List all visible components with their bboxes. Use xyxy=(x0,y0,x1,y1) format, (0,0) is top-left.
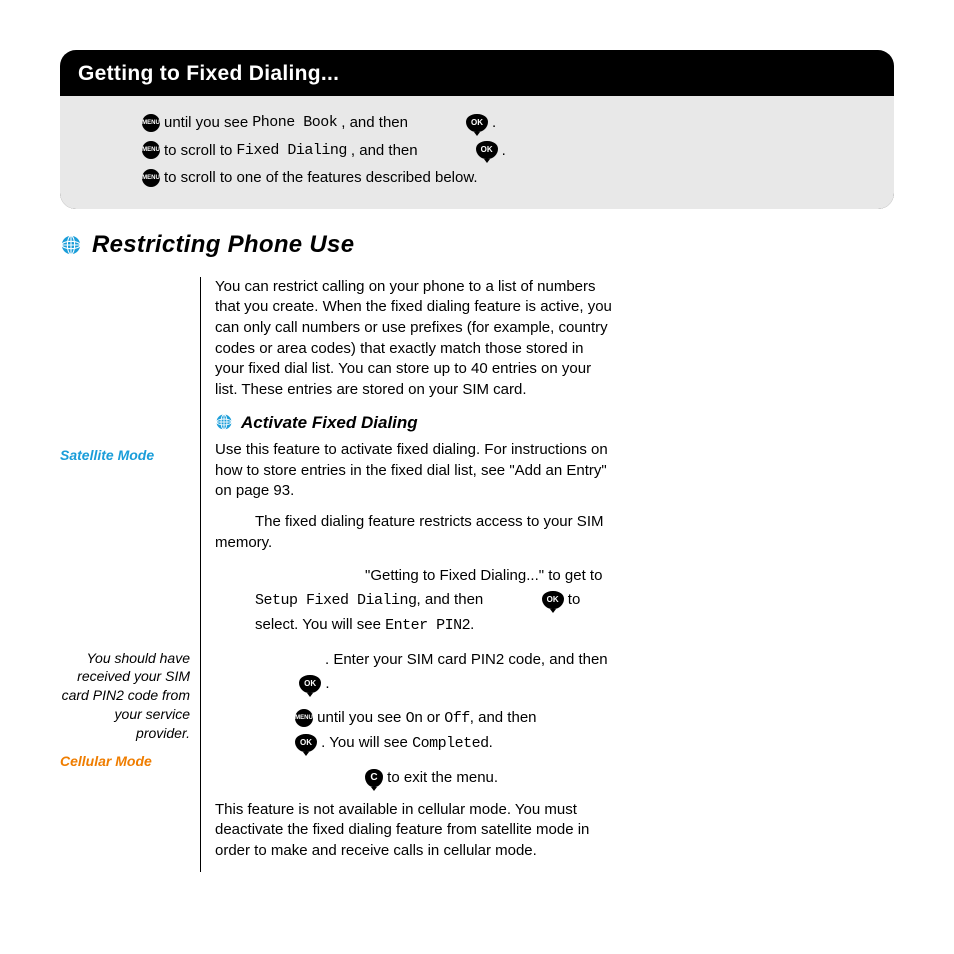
menu-icon: MENU xyxy=(295,709,313,727)
box-title: Getting to Fixed Dialing... xyxy=(60,50,894,96)
procedure-step-2: . Enter your SIM card PIN2 code, and the… xyxy=(255,648,615,696)
lcd-text: On xyxy=(406,710,423,727)
step-text: . You will see xyxy=(321,734,412,751)
step-text: "Getting to Fixed Dialing..." to get to xyxy=(365,567,602,584)
ok-icon: OK xyxy=(476,141,498,159)
section-heading-row: Restricting Phone Use xyxy=(60,231,894,259)
cellular-paragraph: This feature is not available in cellula… xyxy=(215,800,615,862)
step-text: until you see xyxy=(164,110,248,136)
lcd-text: Off xyxy=(444,710,470,727)
intro-paragraph: You can restrict calling on your phone t… xyxy=(215,277,615,401)
section-heading: Restricting Phone Use xyxy=(92,231,354,259)
step-text: , and then xyxy=(341,110,408,136)
procedure-step-1: "Getting to Fixed Dialing..." to get to … xyxy=(255,564,615,638)
lcd-text: Fixed Dialing xyxy=(236,138,347,164)
step-text: . xyxy=(325,675,329,692)
globe-icon xyxy=(215,413,233,431)
procedure-step-4: C to exit the menu. xyxy=(365,766,615,790)
step-text: . xyxy=(470,616,474,633)
satellite-paragraph-1: Use this feature to activate fixed diali… xyxy=(215,440,615,502)
procedure-step-3: MENU until you see On or Off, and then O… xyxy=(295,706,615,756)
lcd-text: Enter PIN2 xyxy=(385,617,470,634)
ok-icon: OK xyxy=(542,591,564,609)
lcd-text: Setup Fixed Dialing xyxy=(255,592,417,609)
step-text: or xyxy=(423,709,445,726)
lcd-text: Phone Book xyxy=(252,110,337,136)
box-body: MENU until you see Phone Book, and then … xyxy=(60,96,894,209)
getting-to-box: Getting to Fixed Dialing... MENU until y… xyxy=(60,50,894,209)
box-step-3: MENU to scroll to one of the features de… xyxy=(142,165,874,191)
c-icon: C xyxy=(365,769,383,787)
subsection-heading-row: Activate Fixed Dialing xyxy=(215,411,615,434)
box-step-2: MENU to scroll to Fixed Dialing, and the… xyxy=(142,138,874,164)
globe-icon xyxy=(60,234,82,256)
step-text: , and then xyxy=(351,138,418,164)
cellular-mode-label: Cellular Mode xyxy=(60,753,190,769)
satellite-mode-label: Satellite Mode xyxy=(60,447,190,463)
lcd-text: Completed xyxy=(412,735,489,752)
step-text: until you see xyxy=(317,709,405,726)
step-text: to scroll to one of the features describ… xyxy=(164,165,478,191)
ok-icon: OK xyxy=(466,114,488,132)
step-text: . xyxy=(489,734,493,751)
box-step-1: MENU until you see Phone Book, and then … xyxy=(142,110,874,136)
ok-icon: OK xyxy=(299,675,321,693)
subsection-heading: Activate Fixed Dialing xyxy=(241,411,418,434)
step-text: to scroll to xyxy=(164,138,232,164)
menu-icon: MENU xyxy=(142,141,160,159)
step-text: to exit the menu. xyxy=(387,769,498,786)
ok-icon: OK xyxy=(295,734,317,752)
menu-icon: MENU xyxy=(142,169,160,187)
step-text: . Enter your SIM card PIN2 code, and the… xyxy=(325,651,608,668)
step-text: , and then xyxy=(417,591,484,608)
menu-icon: MENU xyxy=(142,114,160,132)
step-text: , and then xyxy=(470,709,537,726)
pin2-note: You should have received your SIM card P… xyxy=(60,649,190,743)
satellite-paragraph-2: The fixed dialing feature restricts acce… xyxy=(215,512,615,553)
step-text: . xyxy=(502,138,506,164)
step-text: . xyxy=(492,110,496,136)
